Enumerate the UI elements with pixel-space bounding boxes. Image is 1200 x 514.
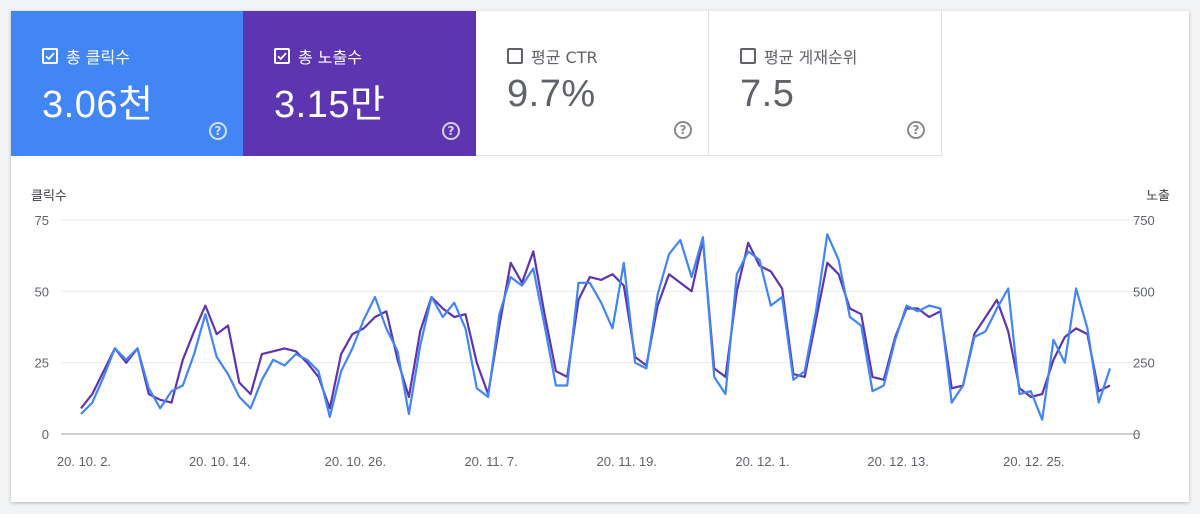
left-axis-tick-label: 50 bbox=[35, 284, 49, 299]
x-axis-tick-label: 20. 12. 25. bbox=[1003, 454, 1064, 469]
x-axis-tick-label: 20. 10. 26. bbox=[325, 454, 386, 469]
performance-chart: 클릭수 노출 7550250 7505002500 20. 10. 2. 20. … bbox=[31, 189, 1170, 469]
x-axis-tick-label: 20. 12. 1. bbox=[735, 454, 789, 469]
left-axis-tick-label: 0 bbox=[42, 427, 49, 442]
x-axis-tick-label: 20. 11. 7. bbox=[464, 454, 517, 469]
series-line-impressions bbox=[80, 238, 1111, 410]
left-axis-tick-label: 25 bbox=[35, 356, 49, 371]
chart-series bbox=[80, 233, 1112, 421]
right-axis-tick-label: 0 bbox=[1133, 427, 1140, 442]
left-axis-tick-label: 75 bbox=[35, 213, 49, 228]
x-axis-tick-label: 20. 12. 13. bbox=[867, 454, 928, 469]
left-axis-ticks: 75 50 25 0 bbox=[35, 213, 49, 442]
series-line-clicks bbox=[80, 233, 1112, 421]
right-axis-tick-label: 750 bbox=[1133, 213, 1155, 228]
chart-gridlines bbox=[61, 219, 1139, 435]
performance-card: 총 클릭수 3.06천 ? 총 노출수 3.15만 ? 평균 CTR 9.7% … bbox=[11, 11, 1189, 502]
left-axis-title: 클릭수 bbox=[31, 189, 67, 204]
x-axis-ticks: 20. 10. 2. 20. 10. 14. 20. 10. 26. 20. 11. … bbox=[57, 454, 1065, 469]
right-axis-tick-label: 500 bbox=[1133, 284, 1155, 299]
x-axis-tick-label: 20. 11. 19. bbox=[597, 454, 657, 469]
right-axis-tick-label: 250 bbox=[1133, 356, 1155, 371]
x-axis-tick-label: 20. 10. 2. bbox=[57, 454, 111, 469]
x-axis-tick-label: 20. 10. 14. bbox=[189, 454, 250, 469]
right-axis-ticks: 750 500 250 0 bbox=[1133, 213, 1155, 442]
right-axis-title: 노출 bbox=[1146, 189, 1170, 204]
